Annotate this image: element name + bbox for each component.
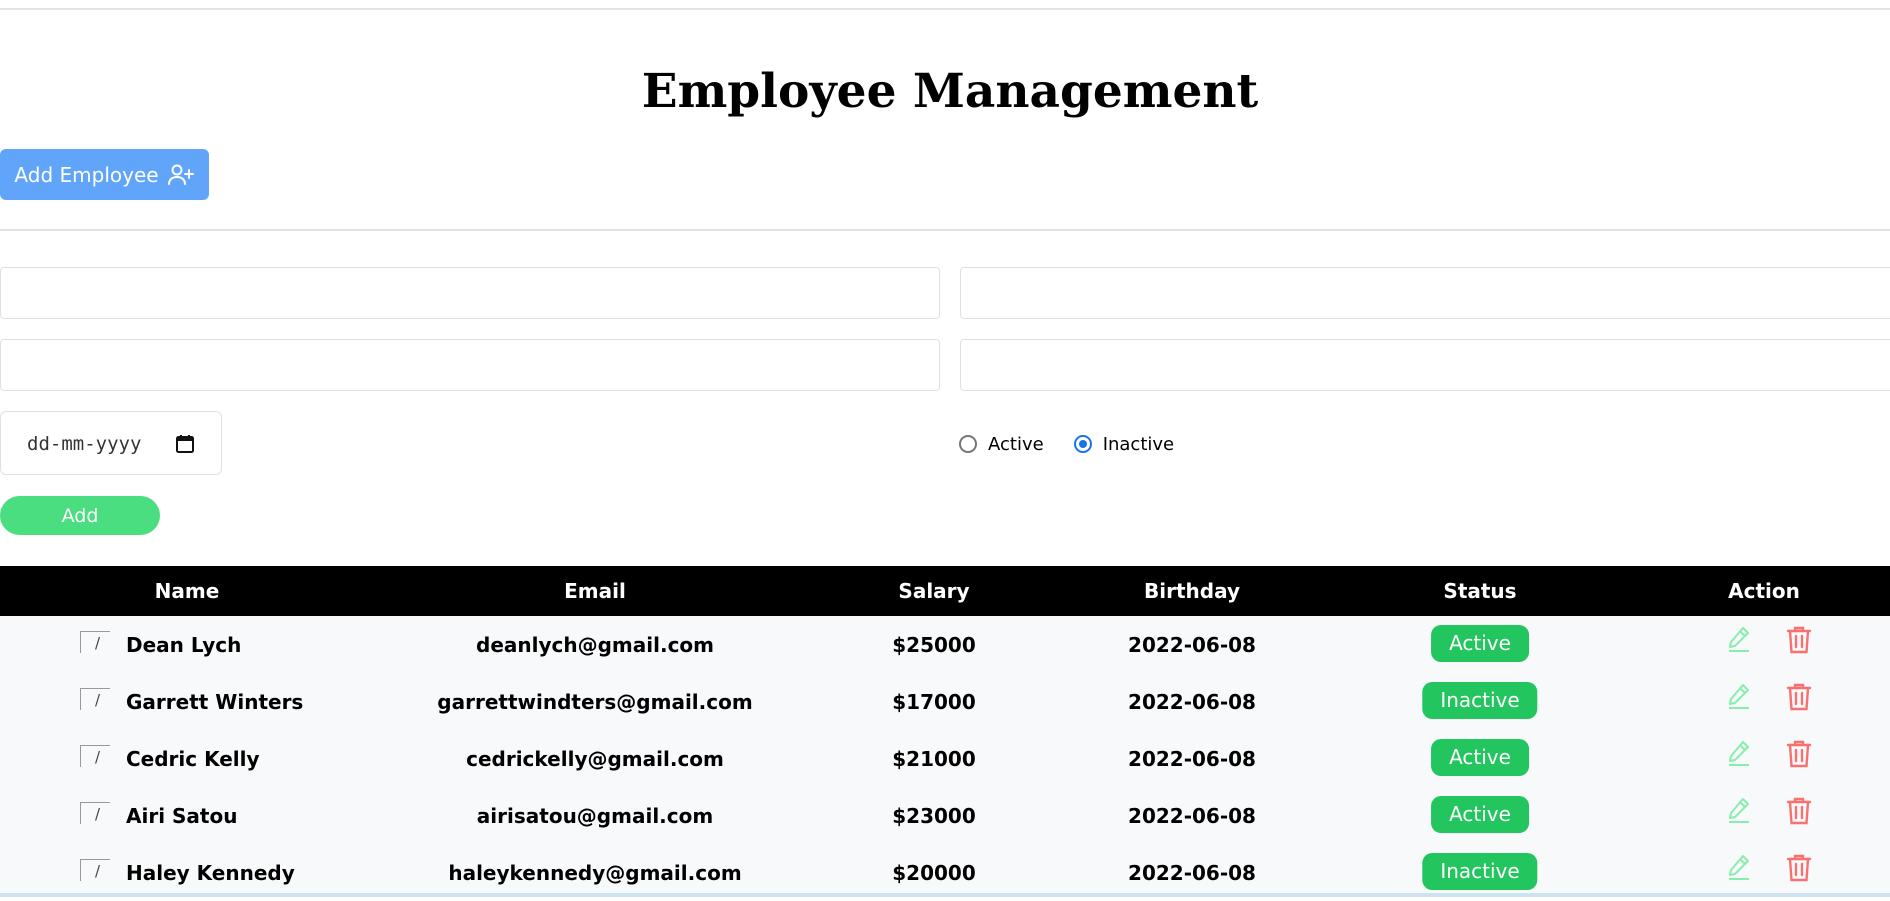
status-badge[interactable]: Inactive: [1422, 682, 1538, 719]
email-cell: airisatou@gmail.com: [476, 803, 714, 828]
add-employee-label: Add Employee: [14, 162, 159, 187]
active-radio[interactable]: [959, 435, 977, 453]
top-divider: [0, 8, 1890, 10]
name-cell: / Airi Satou: [80, 787, 237, 844]
status-radio-group: Active Inactive: [959, 432, 1174, 456]
email-cell: deanlych@gmail.com: [476, 632, 714, 657]
edit-icon[interactable]: [1727, 626, 1751, 656]
employee-name: Haley Kennedy: [126, 860, 295, 885]
table-body: / Dean Lych deanlych@gmail.com $25000 20…: [0, 616, 1890, 897]
edit-icon[interactable]: [1727, 797, 1751, 827]
add-button[interactable]: Add: [0, 496, 160, 535]
date-placeholder: dd-mm-yyyy: [27, 433, 142, 455]
column-header-action: Action: [1728, 579, 1800, 603]
column-header-email: Email: [564, 579, 626, 603]
calendar-icon[interactable]: [175, 434, 195, 458]
column-header-status: Status: [1443, 579, 1517, 603]
salary-cell: $23000: [892, 803, 976, 828]
section-divider: [0, 229, 1890, 231]
status-cell: Active: [1431, 616, 1529, 673]
name-cell: / Garrett Winters: [80, 673, 303, 730]
salary-input[interactable]: [0, 339, 940, 391]
employee-name: Cedric Kelly: [126, 746, 260, 771]
email-cell: cedrickelly@gmail.com: [466, 746, 724, 771]
employee-avatar: /: [80, 744, 110, 767]
birthday-cell: 2022-06-08: [1128, 632, 1256, 657]
employee-avatar: /: [80, 858, 110, 881]
employee-name: Garrett Winters: [126, 689, 304, 714]
email-cell: garrettwindters@gmail.com: [437, 689, 753, 714]
birthday-cell: 2022-06-08: [1128, 803, 1256, 828]
table-row: / Dean Lych deanlych@gmail.com $25000 20…: [0, 616, 1890, 673]
salary-cell: $25000: [892, 632, 976, 657]
table-row: / Airi Satou airisatou@gmail.com $23000 …: [0, 787, 1890, 844]
name-cell: / Dean Lych: [80, 616, 241, 673]
table-header: Name Email Salary Birthday Status Action: [0, 566, 1890, 616]
edit-icon[interactable]: [1727, 740, 1751, 770]
trash-icon[interactable]: [1786, 683, 1812, 715]
user-plus-icon: [167, 163, 195, 187]
employee-table: Name Email Salary Birthday Status Action…: [0, 566, 1890, 897]
status-badge[interactable]: Active: [1431, 796, 1529, 833]
employee-name: Dean Lych: [126, 632, 242, 657]
birthday-cell: 2022-06-08: [1128, 689, 1256, 714]
active-radio-label: Active: [988, 433, 1044, 455]
status-badge[interactable]: Active: [1431, 739, 1529, 776]
table-row: / Cedric Kelly cedrickelly@gmail.com $21…: [0, 730, 1890, 787]
column-header-birthday: Birthday: [1144, 579, 1240, 603]
birthday-date-input[interactable]: dd-mm-yyyy: [0, 411, 222, 475]
status-cell: Active: [1431, 730, 1529, 787]
salary-cell: $17000: [892, 689, 976, 714]
inactive-radio[interactable]: [1073, 435, 1092, 453]
employee-name: Airi Satou: [126, 803, 238, 828]
salary-cell: $21000: [892, 746, 976, 771]
trash-icon[interactable]: [1786, 797, 1812, 829]
employee-avatar: /: [80, 801, 110, 824]
status-badge[interactable]: Active: [1431, 625, 1529, 662]
column-header-salary: Salary: [898, 579, 970, 603]
trash-icon[interactable]: [1786, 626, 1812, 658]
birthday-cell: 2022-06-08: [1128, 746, 1256, 771]
inactive-radio-label: Inactive: [1102, 433, 1175, 455]
horizontal-scrollbar[interactable]: [0, 893, 1890, 897]
status-cell: Active: [1431, 787, 1529, 844]
trash-icon[interactable]: [1786, 854, 1812, 886]
edit-icon[interactable]: [1727, 854, 1751, 884]
trash-icon[interactable]: [1786, 740, 1812, 772]
table-row: / Garrett Winters garrettwindters@gmail.…: [0, 673, 1890, 730]
column-header-name: Name: [154, 579, 220, 603]
employee-avatar: /: [80, 687, 110, 710]
employee-avatar: /: [80, 630, 110, 653]
add-employee-button[interactable]: Add Employee: [0, 149, 209, 200]
email-input[interactable]: [960, 267, 1890, 319]
edit-icon[interactable]: [1727, 683, 1751, 713]
name-cell: / Cedric Kelly: [80, 730, 260, 787]
status-badge[interactable]: Inactive: [1422, 853, 1538, 890]
status-cell: Inactive: [1422, 673, 1538, 730]
page-title: Employee Management: [641, 64, 1259, 119]
image-url-input[interactable]: [960, 339, 1890, 391]
name-input[interactable]: [0, 267, 940, 319]
